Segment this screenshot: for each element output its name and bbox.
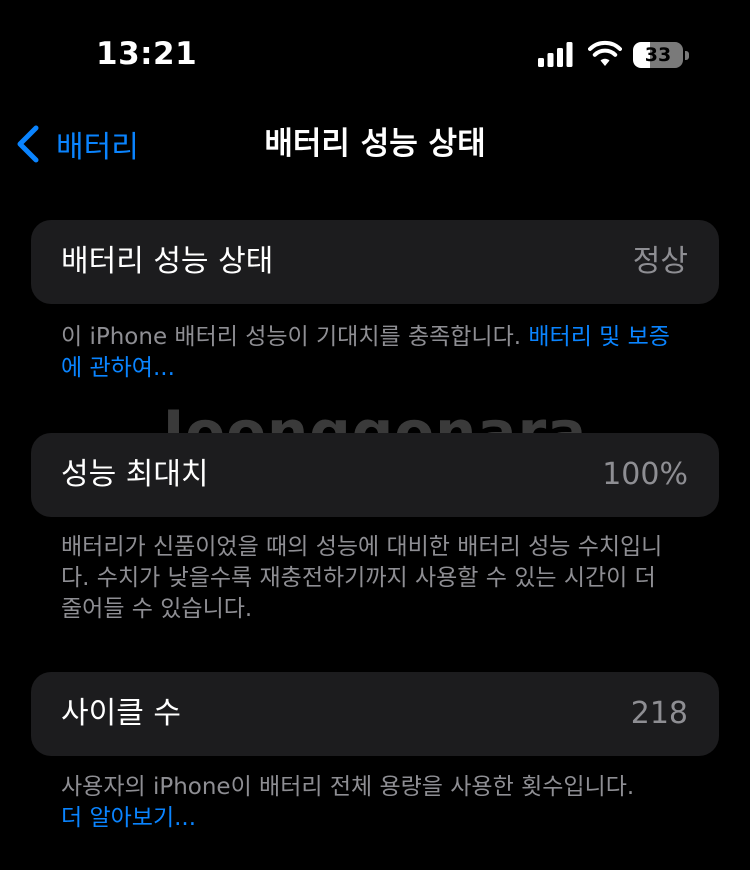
maximum-capacity-footnote-text: 배터리가 신품이었을 때의 성능에 대비한 배터리 성능 수치입니다. 수치가 … [61,534,663,622]
battery-health-footnote-text: 이 iPhone 배터리 성능이 기대치를 충족합니다. [61,324,529,350]
status-time: 13:21 [96,36,198,72]
cycle-count-footnote: 사용자의 iPhone이 배터리 전체 용량을 사용한 횟수입니다. 더 알아보기… [61,772,681,834]
maximum-capacity-row: 성능 최대치 100% [31,433,719,517]
battery-cap [685,51,689,60]
battery-health-row: 배터리 성능 상태 정상 [31,220,719,304]
battery-health-label: 배터리 성능 상태 [61,244,274,279]
cycle-count-footnote-text: 사용자의 iPhone이 배터리 전체 용량을 사용한 횟수입니다. [61,774,635,800]
battery-body: 33 [633,42,683,68]
cycle-count-value: 218 [630,696,688,731]
cycle-count-label: 사이클 수 [61,696,181,731]
wifi-icon [588,40,622,66]
status-bar: 13:21 33 [0,0,750,100]
maximum-capacity-value: 100% [602,457,688,492]
maximum-capacity-footnote: 배터리가 신품이었을 때의 성능에 대비한 배터리 성능 수치입니다. 수치가 … [61,532,681,625]
navigation-bar: 배터리 배터리 성능 상태 [0,110,750,180]
battery-health-footnote: 이 iPhone 배터리 성능이 기대치를 충족합니다. 배터리 및 보증에 관… [61,322,681,384]
maximum-capacity-label: 성능 최대치 [61,457,209,492]
cellular-signal-icon [538,42,573,67]
battery-level: 33 [644,44,672,66]
battery-health-value: 정상 [632,244,688,279]
battery-icon: 33 [633,40,689,70]
cycle-count-row: 사이클 수 218 [31,672,719,756]
learn-more-link[interactable]: 더 알아보기... [61,805,196,831]
page-title: 배터리 성능 상태 [264,126,486,162]
